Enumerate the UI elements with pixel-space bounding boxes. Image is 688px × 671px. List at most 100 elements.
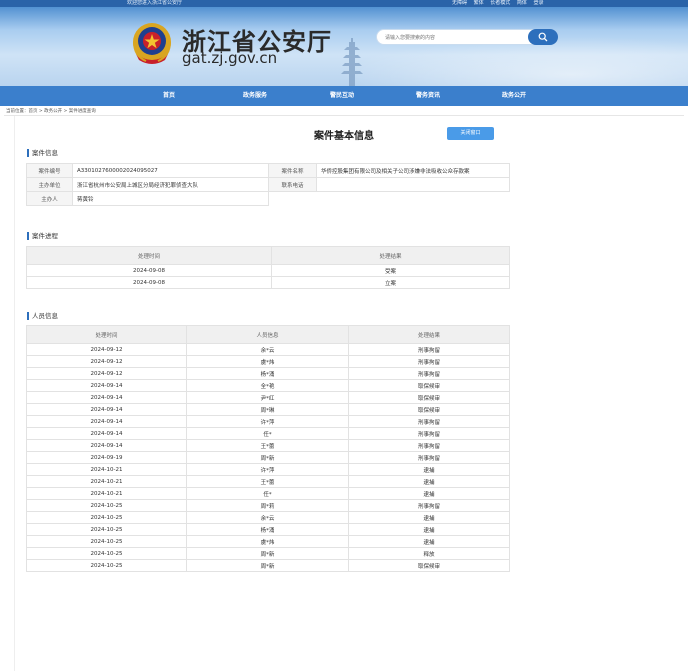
process-time-cell: 2024-09-19 (26, 451, 187, 464)
table-row: 2024-09-14 许*萍 刑事拘留 (26, 415, 510, 428)
top-bar: 欢迎您进入浙江省公安厅 无障碍 繁体 长者模式 简体 登录 (0, 0, 688, 7)
persons-table: 处理时间 人员信息 处理结果 2024-09-12 余*云 刑事拘留 2024-09-… (26, 325, 510, 572)
process-result-cell: 逮捕 (348, 535, 510, 548)
search-box (376, 29, 558, 45)
nav-disclosure[interactable]: 政务公开 (502, 86, 526, 106)
case-info-table: 案件编号 A3301027600002024095027 案件名称 华侨控股集团… (26, 163, 510, 206)
column-header: 处理时间 (26, 325, 187, 344)
process-time-cell: 2024-09-08 (26, 276, 272, 289)
table-row: 2024-10-25 周*莉 刑事拘留 (26, 499, 510, 512)
column-header: 处理结果 (348, 325, 510, 344)
process-time-cell: 2024-10-25 (26, 547, 187, 560)
person-name-cell: 全*艳 (186, 379, 349, 392)
process-time-cell: 2024-09-12 (26, 355, 187, 368)
table-row: 2024-09-08 受案 (26, 264, 510, 277)
table-row: 2024-09-14 周*琳 取保候审 (26, 403, 510, 416)
process-time-cell: 2024-09-14 (26, 403, 187, 416)
table-row: 2024-10-25 余*云 逮捕 (26, 511, 510, 524)
search-button[interactable] (528, 29, 558, 45)
top-link-simplified[interactable]: 简体 (517, 0, 527, 6)
table-row: 2024-10-25 杨*涌 逮捕 (26, 523, 510, 536)
nav-gov-services[interactable]: 政务服务 (243, 86, 267, 106)
person-name-cell: 周*琳 (186, 403, 349, 416)
nav-home[interactable]: 首页 (163, 86, 175, 106)
section-title-persons: 人员信息 (27, 312, 58, 320)
process-time-cell: 2024-10-25 (26, 523, 187, 536)
page-title: 案件基本信息 (314, 131, 374, 142)
process-result-cell: 逮捕 (348, 511, 510, 524)
process-result-cell: 取保候审 (348, 403, 510, 416)
process-result-cell: 逮捕 (348, 463, 510, 476)
table-row: 2024-09-14 王*蕾 刑事拘留 (26, 439, 510, 452)
column-header: 人员信息 (186, 325, 349, 344)
breadcrumb: 当前位置：首页 > 政务公开 > 案件进度查询 (6, 109, 96, 114)
process-result-cell: 取保候审 (348, 379, 510, 392)
site-header: 欢迎您进入浙江省公安厅 无障碍 繁体 长者模式 简体 登录 浙江省公安厅 gat… (0, 0, 688, 86)
process-result-cell: 释放 (348, 547, 510, 560)
person-name-cell: 周*莉 (186, 499, 349, 512)
top-link-elder-mode[interactable]: 长者模式 (490, 0, 510, 6)
process-time-cell: 2024-09-12 (26, 367, 187, 380)
search-icon (538, 32, 548, 42)
process-time-cell: 2024-10-21 (26, 475, 187, 488)
top-link-traditional[interactable]: 繁体 (474, 0, 484, 6)
unit-label: 主办单位 (26, 177, 73, 192)
process-time-cell: 2024-09-08 (26, 264, 272, 277)
progress-table: 处理时间 处理结果 2024-09-08 受案 2024-09-08 立案 (26, 246, 510, 289)
column-header: 处理结果 (271, 246, 510, 265)
close-window-button[interactable]: 关闭窗口 (447, 127, 494, 140)
table-row: 主办人 蒋黄铃 (26, 191, 510, 206)
process-result-cell: 取保候审 (348, 391, 510, 404)
table-row: 案件编号 A3301027600002024095027 案件名称 华侨控股集团… (26, 163, 510, 178)
process-result-cell: 刑事拘留 (348, 451, 510, 464)
person-name-cell: 王*蕾 (186, 475, 349, 488)
search-input[interactable] (385, 32, 525, 43)
officer-label: 主办人 (26, 191, 73, 206)
phone-value (316, 177, 510, 192)
case-name-label: 案件名称 (268, 163, 317, 178)
welcome-text: 欢迎您进入浙江省公安厅 (127, 0, 183, 6)
empty-cell (317, 192, 510, 206)
process-result-cell: 刑事拘留 (348, 355, 510, 368)
process-result-cell: 刑事拘留 (348, 439, 510, 452)
person-name-cell: 杨*涌 (186, 367, 349, 380)
column-header: 处理时间 (26, 246, 272, 265)
top-links: 无障碍 繁体 长者模式 简体 登录 (452, 0, 548, 7)
divider (4, 115, 684, 116)
person-name-cell: 任* (186, 487, 349, 500)
table-row: 2024-09-12 余*云 刑事拘留 (26, 343, 510, 356)
nav-news[interactable]: 警务资讯 (416, 86, 440, 106)
table-row: 2024-10-21 许*萍 逮捕 (26, 463, 510, 476)
process-result-cell: 刑事拘留 (348, 367, 510, 380)
process-result-cell: 取保候审 (348, 559, 510, 572)
process-result-cell: 刑事拘留 (348, 427, 510, 440)
person-name-cell: 许*萍 (186, 463, 349, 476)
table-row: 2024-09-12 虞*炜 刑事拘留 (26, 355, 510, 368)
table-row: 2024-09-14 全*艳 取保候审 (26, 379, 510, 392)
empty-cell (269, 192, 317, 206)
table-row: 2024-10-21 王*蕾 逮捕 (26, 475, 510, 488)
table-row: 2024-10-25 虞*炜 逮捕 (26, 535, 510, 548)
process-result-cell: 逮捕 (348, 523, 510, 536)
person-name-cell: 周*新 (186, 547, 349, 560)
process-time-cell: 2024-10-25 (26, 535, 187, 548)
content-border (14, 116, 15, 671)
process-result-cell: 刑事拘留 (348, 499, 510, 512)
process-time-cell: 2024-09-14 (26, 427, 187, 440)
table-header-row: 处理时间 人员信息 处理结果 (26, 325, 510, 344)
police-emblem-icon (133, 23, 171, 64)
process-time-cell: 2024-09-14 (26, 439, 187, 452)
pagoda-illustration (341, 38, 363, 86)
phone-label: 联系电话 (268, 177, 317, 192)
person-name-cell: 周*新 (186, 451, 349, 464)
nav-interaction[interactable]: 警民互动 (330, 86, 354, 106)
section-title-case-info: 案件信息 (27, 149, 58, 157)
process-time-cell: 2024-10-25 (26, 511, 187, 524)
process-time-cell: 2024-09-12 (26, 343, 187, 356)
table-row: 2024-09-14 任* 刑事拘留 (26, 427, 510, 440)
person-name-cell: 王*蕾 (186, 439, 349, 452)
top-link-login[interactable]: 登录 (533, 0, 543, 6)
process-result-cell: 立案 (271, 276, 510, 289)
top-link-accessibility[interactable]: 无障碍 (452, 0, 467, 6)
process-result-cell: 逮捕 (348, 487, 510, 500)
